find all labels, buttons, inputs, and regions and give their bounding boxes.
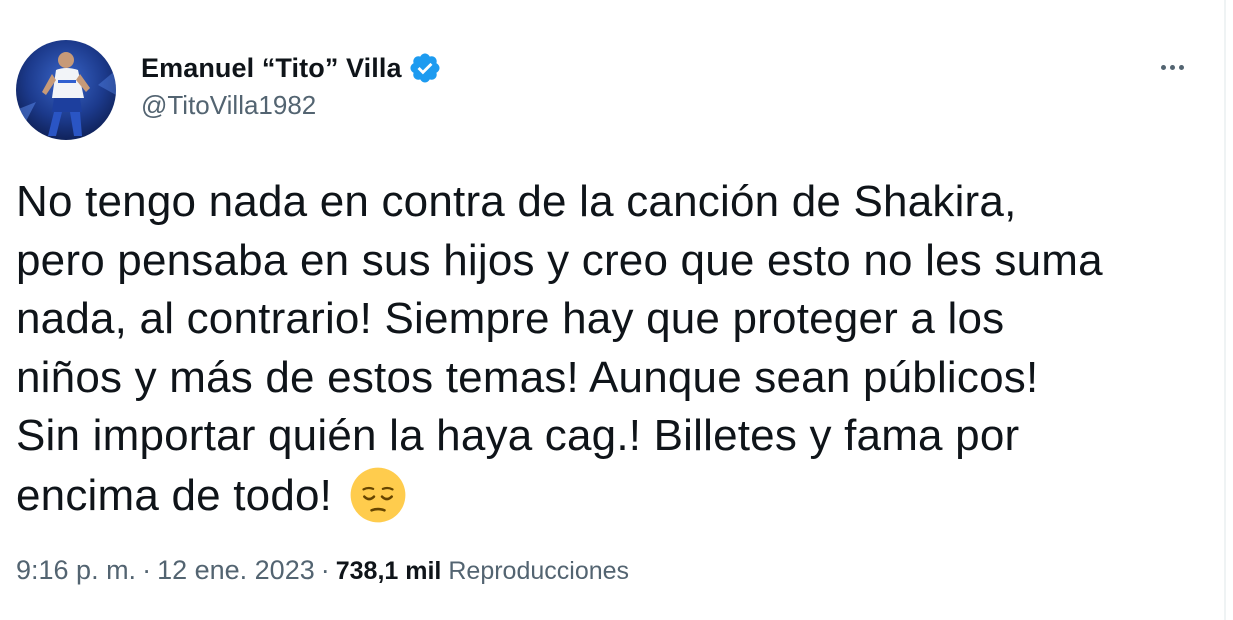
tweet-text: No tengo nada en contra de la canción de… (16, 173, 1206, 524)
display-name[interactable]: Emanuel “Tito” Villa (141, 53, 402, 84)
more-options-button[interactable] (1150, 52, 1194, 82)
tweet-time[interactable]: 9:16 p. m. (16, 555, 136, 586)
more-horizontal-icon (1160, 64, 1166, 70)
author-name-row[interactable]: Emanuel “Tito” Villa (141, 48, 442, 88)
verified-badge-icon (408, 51, 442, 85)
views-count[interactable]: 738,1 mil (336, 557, 442, 586)
tweet-date[interactable]: 12 ene. 2023 (157, 555, 315, 586)
avatar[interactable] (16, 40, 116, 140)
tweet-line: No tengo nada en contra de la canción de… (16, 177, 1017, 226)
tweet-line: Sin importar quién la haya cag.! Billete… (16, 411, 1020, 460)
more-dot (1169, 64, 1175, 70)
separator: · (142, 555, 152, 585)
tweet-line: niños y más de estos temas! Aunque sean … (16, 352, 1039, 402)
tweet-line-last: encima de todo! (16, 466, 1206, 525)
profile-photo-icon (16, 40, 116, 140)
column-border (1224, 0, 1226, 620)
tweet-line: pero pensaba en sus hijos y creo que est… (16, 235, 1103, 285)
author-handle[interactable]: @TitoVilla1982 (141, 90, 316, 121)
tweet-line-text: encima de todo! (16, 470, 333, 520)
views-label: Reproducciones (448, 557, 630, 585)
separator: · (320, 555, 330, 585)
tweet-meta: 9:16 p. m. · 12 ene. 2023 · 738,1 mil Re… (16, 555, 629, 586)
tweet[interactable]: Emanuel “Tito” Villa @TitoVilla1982 No t… (0, 0, 1224, 620)
tweet-line: nada, al contrario! Siempre hay que prot… (16, 294, 1005, 343)
more-dot (1178, 64, 1184, 70)
pensive-face-emoji-icon (349, 466, 407, 524)
